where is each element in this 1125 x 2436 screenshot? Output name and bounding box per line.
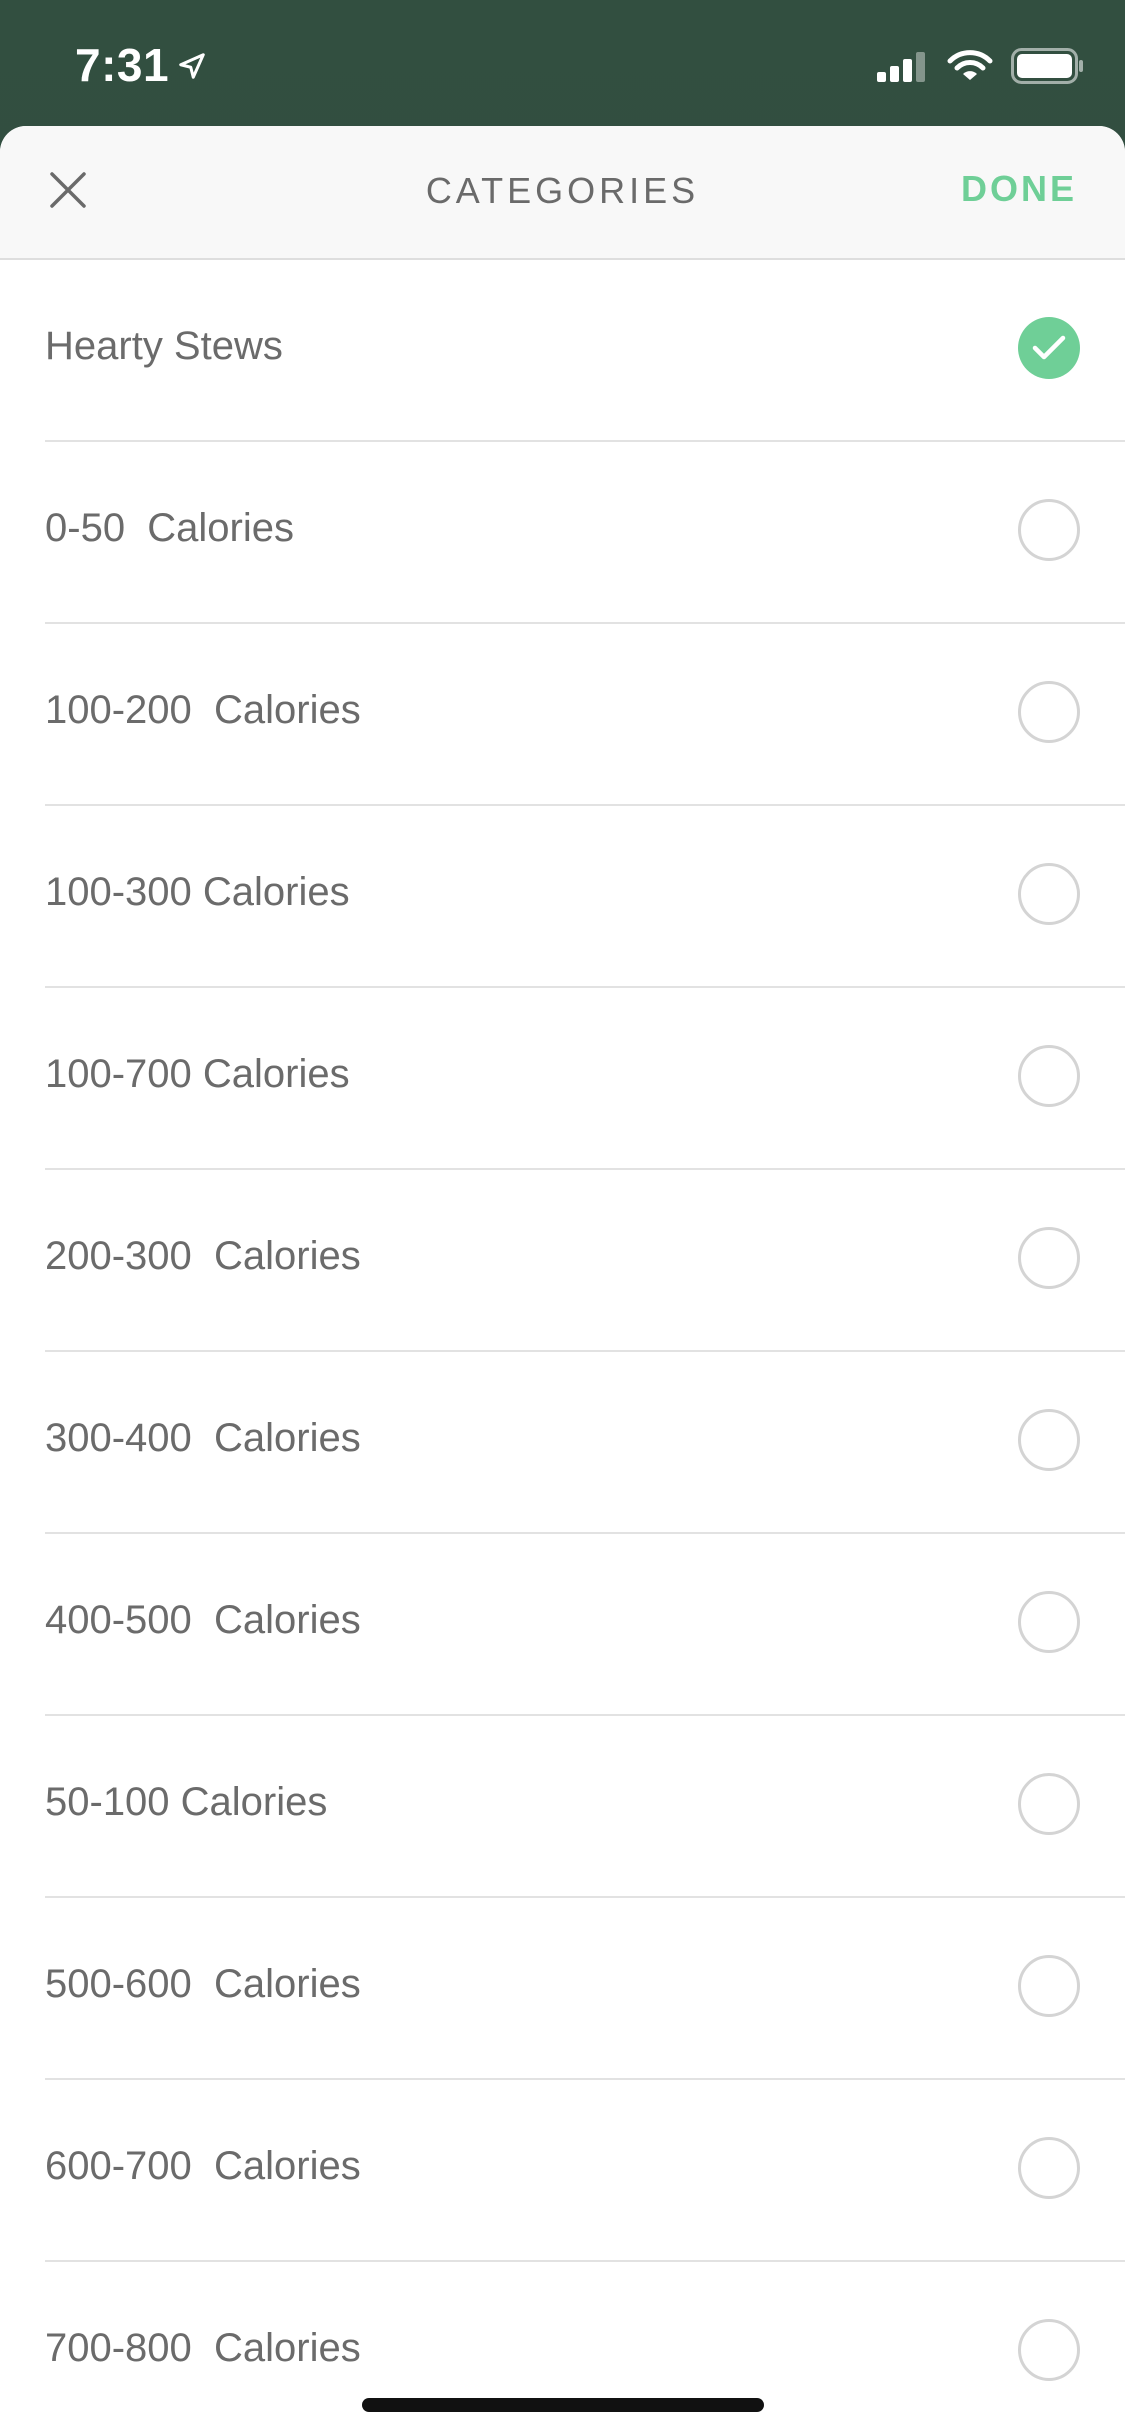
radio-circle-icon[interactable] xyxy=(1018,681,1080,743)
category-label: 0-50 Calories xyxy=(45,506,295,550)
radio-circle-icon[interactable] xyxy=(1018,2319,1080,2381)
status-time: 7:31 xyxy=(75,39,170,91)
done-button[interactable]: DONE xyxy=(961,168,1077,210)
category-item[interactable]: 0-50 Calories xyxy=(45,442,1125,624)
category-item[interactable]: 100-700 Calories xyxy=(45,988,1125,1170)
category-item[interactable]: 200-300 Calories xyxy=(45,1170,1125,1352)
checkmark-circle-icon[interactable] xyxy=(1018,317,1080,379)
category-item[interactable]: 600-700 Calories xyxy=(45,2080,1125,2262)
wifi-icon xyxy=(947,49,993,88)
sheet-header: CATEGORIES DONE xyxy=(0,126,1125,260)
radio-circle-icon[interactable] xyxy=(1018,1045,1080,1107)
category-list: Hearty Stews 0-50 Calories 100-200 Calorie… xyxy=(0,260,1125,2436)
radio-circle-icon[interactable] xyxy=(1018,1227,1080,1289)
category-label: 300-400 Calories xyxy=(45,1416,361,1460)
radio-circle-icon[interactable] xyxy=(1018,2137,1080,2199)
radio-circle-icon[interactable] xyxy=(1018,1773,1080,1835)
status-icons xyxy=(877,48,1085,89)
location-arrow-icon xyxy=(177,38,207,92)
categories-sheet: CATEGORIES DONE Hearty Stews 0-50 Calorie… xyxy=(0,126,1125,2436)
radio-circle-icon[interactable] xyxy=(1018,863,1080,925)
radio-circle-icon[interactable] xyxy=(1018,1409,1080,1471)
radio-circle-icon[interactable] xyxy=(1018,499,1080,561)
category-item[interactable]: 100-200 Calories xyxy=(45,624,1125,806)
battery-icon xyxy=(1011,48,1085,89)
category-label: 100-200 Calories xyxy=(45,688,361,732)
category-label: 50-100 Calories xyxy=(45,1780,328,1824)
category-item[interactable]: 50-100 Calories xyxy=(45,1716,1125,1898)
screen: 7:31 CATEGORIES DONE Hearty Stews 0-50 C… xyxy=(0,0,1125,2436)
category-label: 400-500 Calories xyxy=(45,1598,361,1642)
radio-circle-icon[interactable] xyxy=(1018,1591,1080,1653)
category-item[interactable]: 300-400 Calories xyxy=(45,1352,1125,1534)
category-item[interactable]: 500-600 Calories xyxy=(45,1898,1125,2080)
category-label: 100-700 Calories xyxy=(45,1052,350,1096)
status-time-group: 7:31 xyxy=(75,38,207,92)
category-label: 200-300 Calories xyxy=(45,1234,361,1278)
status-bar: 7:31 xyxy=(0,0,1125,126)
home-indicator[interactable] xyxy=(362,2398,764,2412)
page-title: CATEGORIES xyxy=(425,170,700,211)
category-label: 500-600 Calories xyxy=(45,1962,361,2006)
category-label: Hearty Stews xyxy=(45,324,283,368)
radio-circle-icon[interactable] xyxy=(1018,1955,1080,2017)
category-item[interactable]: Hearty Stews xyxy=(45,260,1125,442)
cellular-signal-icon xyxy=(877,50,929,87)
category-label: 700-800 Calories xyxy=(45,2326,361,2370)
category-label: 100-300 Calories xyxy=(45,870,350,914)
category-item[interactable]: 100-300 Calories xyxy=(45,806,1125,988)
category-label: 600-700 Calories xyxy=(45,2144,361,2188)
category-item[interactable]: 400-500 Calories xyxy=(45,1534,1125,1716)
